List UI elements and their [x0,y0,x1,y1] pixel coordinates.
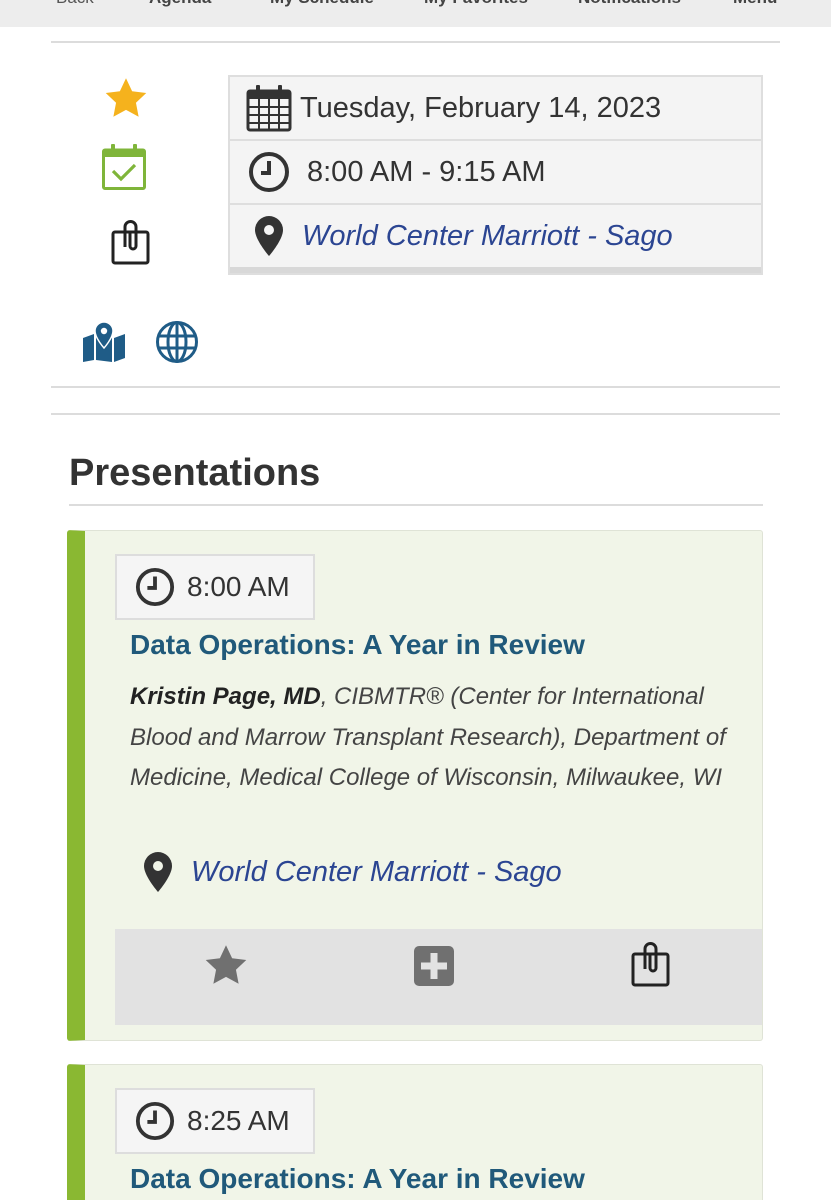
presentation-title-link[interactable]: Data Operations: A Year in Review [130,1163,585,1195]
session-location-link[interactable]: World Center Marriott - Sago [302,220,673,253]
session-time: 8:00 AM - 9:15 AM [307,155,546,188]
presentation-time-box: 8:00 AM [115,554,315,620]
clipboard-icon[interactable] [630,941,672,989]
session-date-row: Tuesday, February 14, 2023 [230,77,761,141]
presentations-heading: Presentations [69,452,321,494]
nav-back[interactable]: Back [56,0,94,8]
presentation-action-bar [115,929,762,1025]
presentation-time-box: 8:25 AM [115,1088,315,1154]
session-date: Tuesday, February 14, 2023 [300,91,662,124]
nav-agenda[interactable]: Agenda [149,0,211,8]
presentation-card: 8:25 AM Data Operations: A Year in Revie… [67,1064,763,1200]
clock-icon [249,152,289,192]
nav-my-favorites[interactable]: My Favorites [424,0,528,8]
favorite-star-icon[interactable] [203,943,249,987]
location-pin-icon [255,216,283,256]
presentation-time: 8:25 AM [187,1105,290,1136]
star-icon[interactable] [103,76,149,120]
session-time-row: 8:00 AM - 9:15 AM [230,141,761,205]
clipboard-icon[interactable] [110,220,152,266]
divider [51,41,780,43]
presentation-authors: Kristin Page, MD, CIBMTR® (Center for In… [130,677,760,799]
session-info-box: Tuesday, February 14, 2023 8:00 AM - 9:1… [228,75,763,275]
nav-menu[interactable]: Menu [733,0,777,8]
info-box-bottom-bar [230,267,761,273]
heading-underline [69,504,763,506]
globe-icon[interactable] [155,320,199,364]
presentation-location-link[interactable]: World Center Marriott - Sago [191,856,562,889]
divider [51,386,780,388]
nav-notifications[interactable]: Notifications [578,0,681,8]
location-pin-icon [144,852,172,892]
presentation-time: 8:00 AM [187,571,290,602]
calendar-icon [246,85,292,132]
add-to-schedule-icon[interactable] [413,945,455,987]
clock-icon [135,567,175,607]
clock-icon [135,1101,175,1141]
presentation-location: World Center Marriott - Sago [143,851,562,893]
divider [51,413,780,415]
top-nav: Back Agenda My Schedule My Favorites Not… [0,0,831,27]
nav-my-schedule[interactable]: My Schedule [270,0,374,8]
map-icon[interactable] [81,322,127,362]
calendar-check-icon[interactable] [101,143,147,191]
presentation-card: 8:00 AM Data Operations: A Year in Revie… [67,530,763,1041]
presentation-title-link[interactable]: Data Operations: A Year in Review [130,629,585,661]
session-location-row: World Center Marriott - Sago [230,205,761,267]
author-name[interactable]: Kristin Page, MD [130,683,321,710]
